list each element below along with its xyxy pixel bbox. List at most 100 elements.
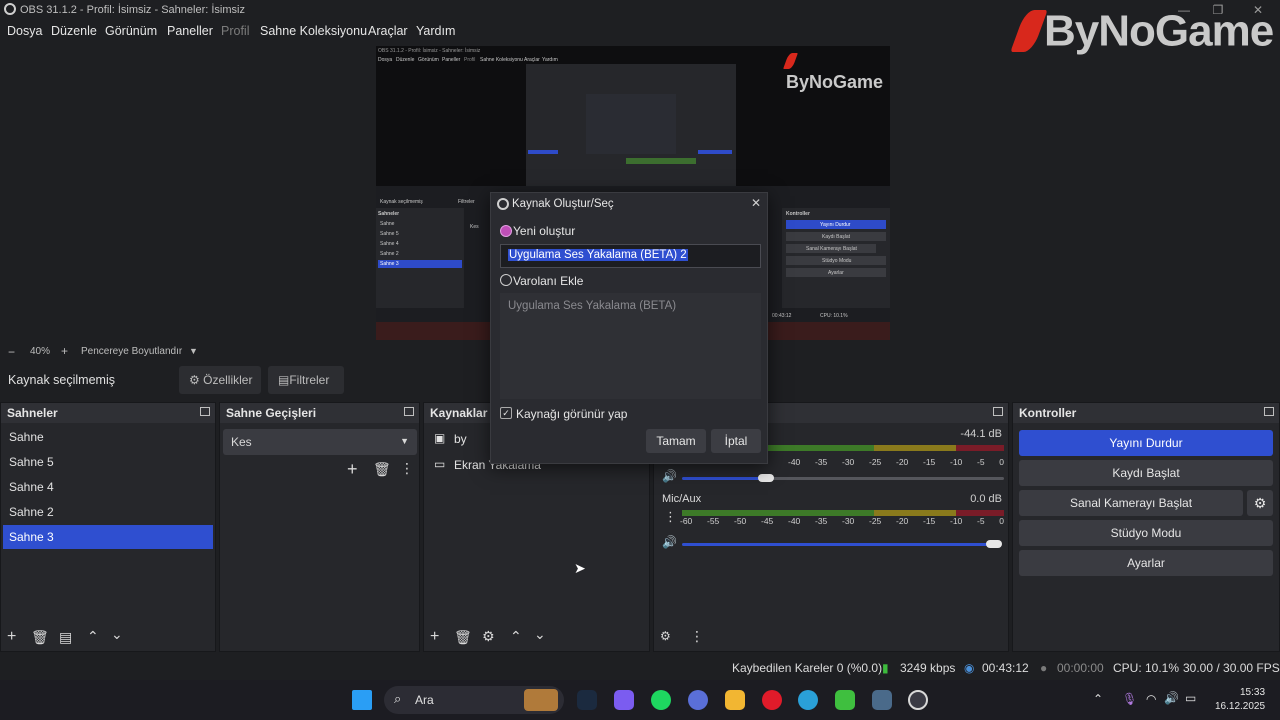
channel1-volume-knob[interactable] <box>758 474 774 482</box>
microphone-icon[interactable]: 🎙 <box>1122 692 1137 706</box>
trash-icon[interactable]: 🗑 <box>454 629 472 646</box>
nested-preview-inner <box>586 94 676 154</box>
channel2-volume-knob[interactable] <box>986 540 1002 548</box>
mini-scenes-title: Sahneler <box>378 211 400 217</box>
spotify-icon[interactable] <box>651 690 671 710</box>
scene-item[interactable]: Sahne 2 <box>3 500 213 524</box>
scale-tick: -40 <box>788 516 801 526</box>
folder-icon[interactable] <box>725 690 745 710</box>
more-icon[interactable]: ⋮ <box>400 460 414 477</box>
zoom-fit-select[interactable]: Pencereye Boyutlandır <box>81 346 182 357</box>
virtual-camera-button[interactable]: Sanal Kamerayı Başlat <box>1019 490 1243 516</box>
windows-taskbar: ⌕ Ara ⌃ 🎙 ◠ 🔊 ▭ 15:33 16.12.2025 <box>0 680 1280 720</box>
add-icon[interactable]: + <box>347 459 358 480</box>
menu-araclar[interactable]: Araçlar <box>368 24 408 38</box>
windows-start-icon[interactable] <box>352 690 372 710</box>
scene-item[interactable]: Sahne 4 <box>3 475 213 499</box>
start-record-button[interactable]: Kaydı Başlat <box>1019 460 1273 486</box>
move-up-icon[interactable]: ⌃ <box>510 628 522 645</box>
menu-sahne-koleksiyonu[interactable]: Sahne Koleksiyonu <box>260 24 367 38</box>
studio-mode-button[interactable]: Stüdyo Modu <box>1019 520 1273 546</box>
app-icon[interactable] <box>688 690 708 710</box>
existing-source-item[interactable]: Uygulama Ses Yakalama (BETA) <box>508 300 676 312</box>
scene-item[interactable]: Sahne 5 <box>3 450 213 474</box>
zoom-in-icon[interactable]: + <box>61 344 68 358</box>
undock-icon[interactable] <box>200 407 210 416</box>
settings-button[interactable]: Ayarlar <box>1019 550 1273 576</box>
search-highlight-icon <box>524 689 558 711</box>
menu-profil[interactable]: Profil <box>221 24 249 38</box>
mini-menu-koleksiyon: Sahne Koleksiyonu <box>480 57 523 63</box>
battery-icon[interactable]: ▭ <box>1185 691 1196 705</box>
search-box[interactable]: ⌕ Ara <box>384 686 564 714</box>
clock-date[interactable]: 16.12.2025 <box>1215 701 1265 712</box>
stop-stream-button[interactable]: Yayını Durdur <box>1019 430 1273 456</box>
preview-top-region: OBS 31.1.2 - Profil: İsimsiz - Sahneler:… <box>376 46 890 186</box>
scale-tick: -15 <box>923 516 936 526</box>
search-icon: ⌕ <box>394 691 402 706</box>
controls-header: Kontroller <box>1013 403 1279 423</box>
trash-icon[interactable]: 🗑 <box>31 629 49 646</box>
speaker-icon[interactable]: 🔊 <box>662 469 677 483</box>
undock-icon[interactable] <box>993 407 1003 416</box>
channel1-db: -44.1 dB <box>960 428 1002 440</box>
mini-menu-duzenle: Düzenle <box>396 57 415 63</box>
scale-tick: -40 <box>788 457 801 467</box>
scene-item[interactable]: Sahne <box>3 425 213 449</box>
cancel-button[interactable]: İptal <box>711 429 761 453</box>
source-name-input[interactable]: Uygulama Ses Yakalama (BETA) 2 <box>500 244 761 268</box>
dialog-title: Kaynak Oluştur/Seç <box>512 198 614 210</box>
add-icon[interactable]: + <box>430 628 439 646</box>
menu-dosya[interactable]: Dosya <box>7 24 42 38</box>
add-icon[interactable]: + <box>7 628 16 646</box>
zoom-out-icon[interactable]: − <box>8 345 15 359</box>
search-label: Ara <box>415 693 434 707</box>
edge-icon[interactable] <box>798 690 818 710</box>
scale-tick: -5 <box>977 457 985 467</box>
scale-tick: -30 <box>842 516 855 526</box>
speaker-icon[interactable]: 🔊 <box>662 535 677 549</box>
gear-icon[interactable]: ⚙ <box>1247 490 1273 516</box>
transition-select[interactable]: Kes ▼ <box>223 429 417 455</box>
ok-button[interactable]: Tamam <box>646 429 706 453</box>
filters-button[interactable]: ▤Filtreler <box>268 366 344 394</box>
radio-create-new[interactable] <box>500 225 512 237</box>
app-settings-icon[interactable] <box>872 690 892 710</box>
chevron-down-icon[interactable]: ▼ <box>189 346 198 356</box>
radio-add-existing[interactable] <box>500 274 512 286</box>
scale-tick: -55 <box>707 516 720 526</box>
app-green-icon[interactable] <box>835 690 855 710</box>
menu-paneller[interactable]: Paneller <box>167 24 213 38</box>
trash-icon[interactable]: 🗑 <box>373 461 391 478</box>
copilot-icon[interactable] <box>614 690 634 710</box>
menu-yardim[interactable]: Yardım <box>416 24 455 38</box>
volume-icon[interactable]: 🔊 <box>1164 691 1179 705</box>
obs-taskbar-icon[interactable] <box>908 690 928 710</box>
move-down-icon[interactable]: ⌄ <box>111 626 123 643</box>
wifi-icon[interactable]: ◠ <box>1146 692 1156 706</box>
move-up-icon[interactable]: ⌃ <box>87 628 99 645</box>
mini-scene-1: Sahne 5 <box>380 231 399 237</box>
gear-icon[interactable]: ⚙ <box>482 628 495 645</box>
opera-icon[interactable] <box>762 690 782 710</box>
checkbox-visible[interactable]: ✓ <box>500 407 512 419</box>
move-down-icon[interactable]: ⌄ <box>534 626 546 643</box>
filter-icon[interactable]: ▤ <box>59 629 72 646</box>
close-icon[interactable]: ✕ <box>751 196 761 210</box>
chevron-up-icon[interactable]: ⌃ <box>1093 692 1103 706</box>
properties-button[interactable]: ⚙ Özellikler <box>179 366 261 394</box>
existing-sources-list[interactable]: Uygulama Ses Yakalama (BETA) <box>500 293 761 399</box>
menu-duzenle[interactable]: Düzenle <box>51 24 97 38</box>
undock-icon[interactable] <box>404 407 414 416</box>
steam-icon[interactable] <box>577 690 597 710</box>
mixer-settings-icon[interactable]: ⚙ <box>660 629 671 643</box>
more-icon[interactable]: ⋮ <box>690 628 704 645</box>
scene-item-selected[interactable]: Sahne 3 <box>3 525 213 549</box>
filter-icon: ▤ <box>278 373 290 387</box>
undock-icon[interactable] <box>1264 407 1274 416</box>
more-icon[interactable]: ⋮ <box>664 509 677 525</box>
nested-meter <box>626 158 696 164</box>
clock-time[interactable]: 15:33 <box>1240 687 1265 698</box>
transition-selected-label: Kes <box>231 435 252 449</box>
menu-gorunum[interactable]: Görünüm <box>105 24 157 38</box>
